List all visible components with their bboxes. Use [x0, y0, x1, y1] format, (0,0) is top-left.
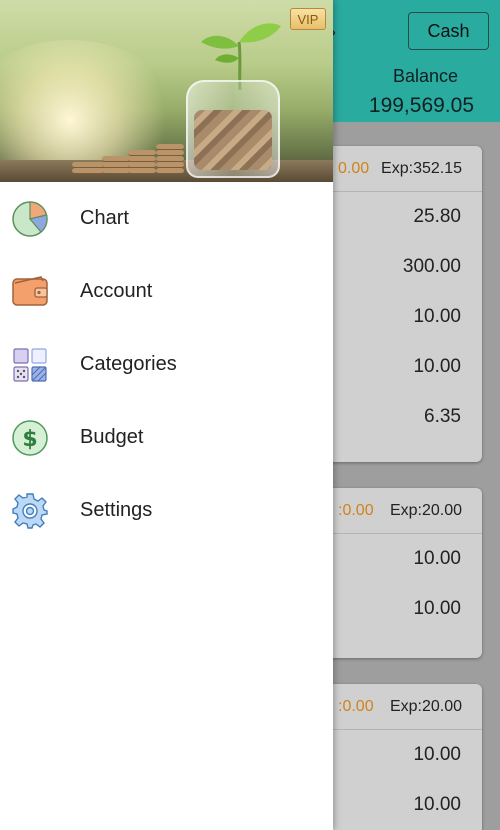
drawer-menu: Chart Account Categories $ Budget Settin…: [0, 182, 333, 547]
gear-icon: [12, 493, 48, 529]
income-value: 0.00: [338, 160, 370, 177]
expense-summary: Exp:20.00: [389, 502, 462, 519]
coin-jar: [186, 80, 280, 178]
menu-item-budget[interactable]: $ Budget: [0, 401, 333, 474]
income-value: :0.00: [338, 502, 374, 519]
income-value: :0.00: [338, 698, 374, 715]
menu-item-label: Categories: [80, 353, 177, 375]
menu-item-categories[interactable]: Categories: [0, 328, 333, 401]
pie-chart-icon: [12, 201, 48, 237]
menu-item-label: Chart: [80, 207, 129, 229]
menu-item-label: Account: [80, 280, 153, 302]
balance-value: 199,569.05: [368, 94, 474, 117]
menu-item-chart[interactable]: Chart: [0, 182, 333, 255]
wallet-icon: [12, 276, 48, 306]
expense-summary: Exp:352.15: [381, 160, 462, 177]
dollar-icon: $: [12, 420, 48, 456]
drawer-header-image: VIP: [0, 0, 333, 182]
cash-account-button[interactable]: Cash: [408, 12, 489, 50]
categories-icon: [13, 348, 47, 382]
menu-item-account[interactable]: Account: [0, 255, 333, 328]
navigation-drawer: VIP Chart Account Categories $ Budget Se…: [0, 0, 333, 830]
menu-item-settings[interactable]: Settings: [0, 474, 333, 547]
balance-label: Balance: [392, 66, 458, 86]
svg-text:$: $: [22, 427, 37, 452]
expense-summary: Exp:20.00: [389, 698, 462, 715]
menu-item-label: Settings: [80, 499, 153, 521]
menu-item-label: Budget: [80, 426, 144, 448]
vip-badge[interactable]: VIP: [290, 8, 326, 30]
